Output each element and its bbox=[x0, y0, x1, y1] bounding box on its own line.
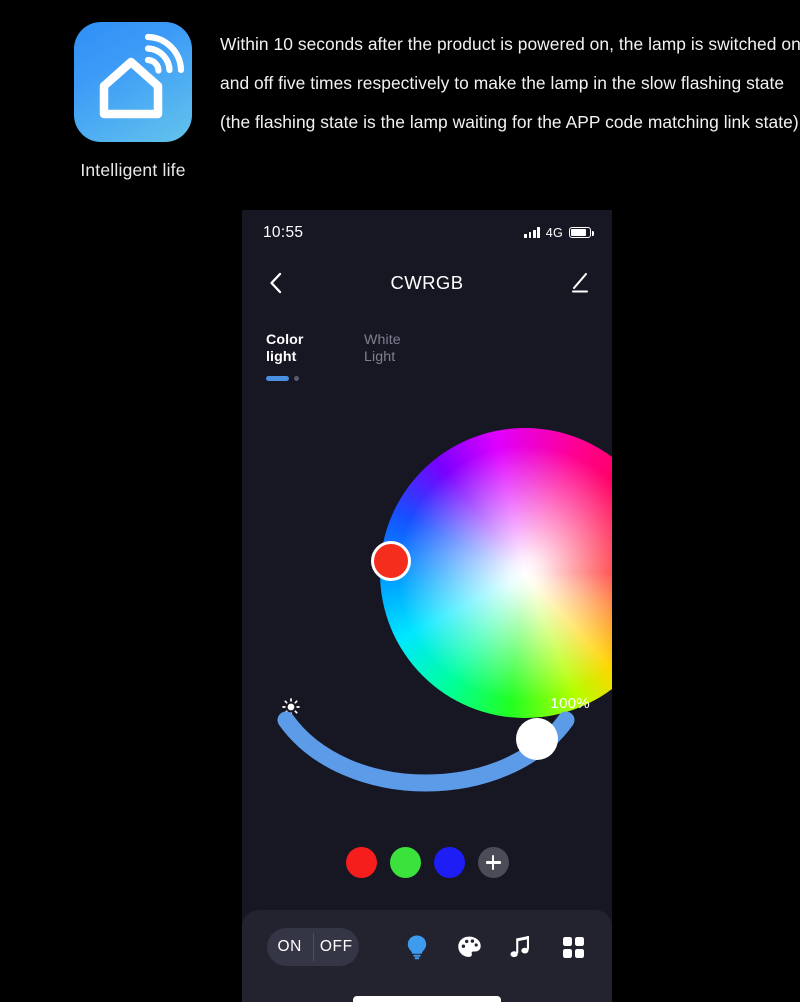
tab-white-light-line1: White bbox=[364, 332, 401, 348]
tab-white-light-line2: Light bbox=[364, 349, 396, 365]
tab-color-light-line2: light bbox=[266, 349, 297, 365]
instruction-line-3: (the flashing state is the lamp waiting … bbox=[220, 112, 799, 132]
tab-color-light[interactable]: Color light bbox=[266, 332, 322, 381]
tab-color-light-line1: Color bbox=[266, 332, 304, 348]
power-on-button[interactable]: ON bbox=[267, 938, 313, 956]
color-wheel[interactable] bbox=[371, 428, 612, 718]
preset-red[interactable] bbox=[345, 847, 377, 878]
power-off-button[interactable]: OFF bbox=[314, 938, 360, 956]
nav-bar: CWRGB bbox=[242, 257, 612, 309]
status-bar-time: 10:55 bbox=[263, 223, 304, 241]
color-wheel-gradient[interactable] bbox=[380, 428, 612, 718]
house-wifi-icon bbox=[74, 22, 192, 142]
app-icon-block: Intelligent life bbox=[74, 22, 192, 181]
power-toggle[interactable]: ON OFF bbox=[267, 928, 359, 966]
status-bar-right: 4G bbox=[524, 225, 595, 240]
app-icon-label: Intelligent life bbox=[80, 160, 186, 180]
battery-icon bbox=[569, 226, 595, 239]
bottom-toolbar: ON OFF bbox=[242, 910, 612, 1002]
phone-screen: 10:55 4G CWRGB Color light White Light 1… bbox=[242, 210, 612, 1002]
grid-scenes-icon[interactable] bbox=[558, 932, 588, 962]
preset-color-list bbox=[242, 847, 612, 878]
chevron-left-icon[interactable] bbox=[260, 268, 290, 298]
signal-bars-icon bbox=[524, 227, 540, 238]
bottom-toolbar-icons bbox=[392, 928, 598, 966]
palette-icon[interactable] bbox=[454, 932, 484, 962]
page-title: CWRGB bbox=[390, 272, 464, 293]
home-indicator bbox=[353, 996, 501, 1002]
plus-icon bbox=[485, 855, 501, 870]
instruction-line-1: Within 10 seconds after the product is p… bbox=[220, 34, 800, 54]
preset-green[interactable] bbox=[389, 847, 421, 878]
tab-color-light-label: Color light bbox=[266, 332, 322, 366]
tab-white-light[interactable]: White Light bbox=[364, 332, 420, 366]
tab-white-light-label: White Light bbox=[364, 332, 420, 366]
network-type-label: 4G bbox=[545, 225, 563, 240]
bulb-icon[interactable] bbox=[402, 932, 432, 962]
indicator-active-pill bbox=[266, 376, 289, 381]
instruction-text: Within 10 seconds after the product is p… bbox=[220, 25, 800, 142]
tab-page-indicator bbox=[266, 376, 299, 381]
indicator-dot bbox=[294, 376, 299, 381]
preset-add-button[interactable] bbox=[477, 847, 509, 878]
mode-tabs: Color light White Light bbox=[266, 332, 420, 381]
music-note-icon[interactable] bbox=[506, 932, 536, 962]
pencil-edit-icon[interactable] bbox=[564, 268, 594, 298]
preset-blue[interactable] bbox=[433, 847, 465, 878]
color-selector-knob[interactable] bbox=[371, 541, 411, 581]
status-bar: 10:55 4G bbox=[242, 210, 612, 255]
instruction-line-2: and off five times respectively to make … bbox=[220, 73, 785, 93]
page-root: Intelligent life Within 10 seconds after… bbox=[0, 0, 800, 1002]
brightness-slider-knob[interactable] bbox=[516, 718, 558, 760]
